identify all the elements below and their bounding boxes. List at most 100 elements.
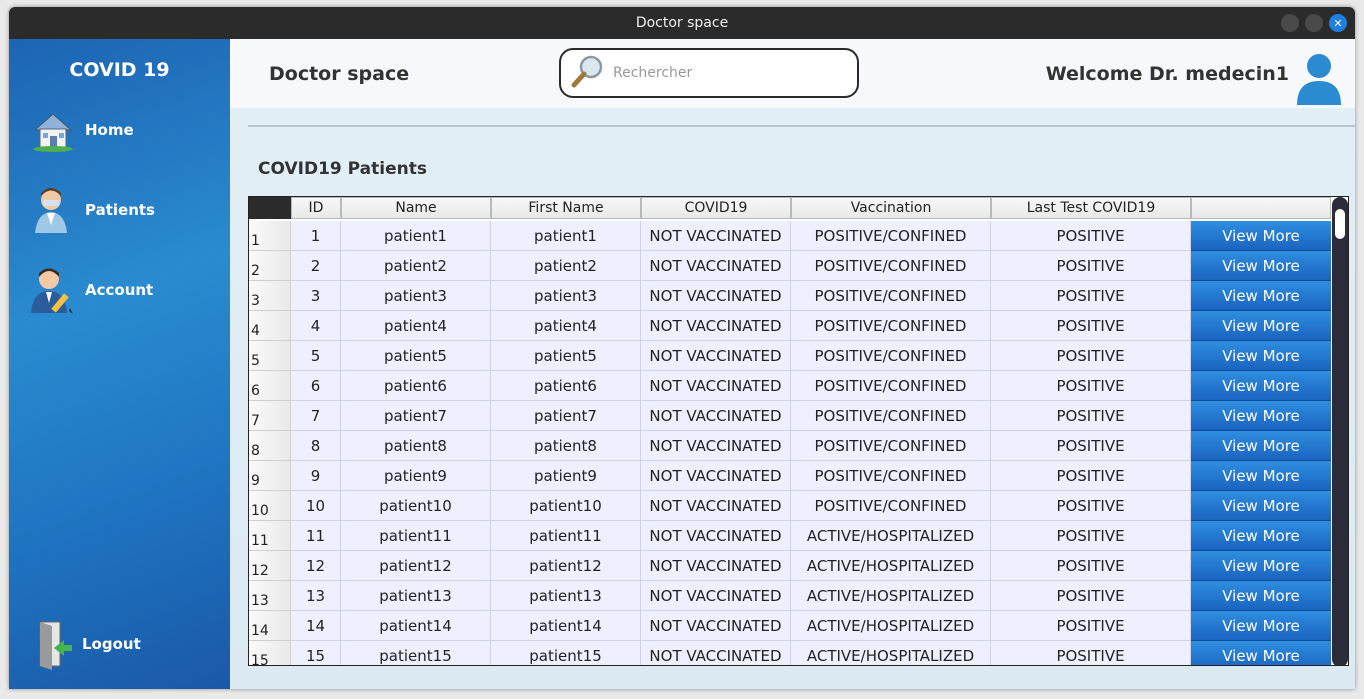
cell-covid19: NOT VACCINATED xyxy=(641,371,791,401)
search-box[interactable] xyxy=(559,48,859,98)
view-more-button[interactable]: View More xyxy=(1191,551,1331,581)
cell-vaccination: POSITIVE/CONFINED xyxy=(791,281,991,311)
sidebar-item-patients[interactable]: Patients xyxy=(29,185,155,235)
row-header[interactable]: 15 xyxy=(249,641,291,665)
cell-id: 12 xyxy=(291,551,341,581)
cell-last-test: POSITIVE xyxy=(991,431,1191,461)
cell-name: patient6 xyxy=(341,371,491,401)
cell-first-name: patient4 xyxy=(491,311,641,341)
row-header[interactable]: 4 xyxy=(249,311,291,341)
cell-last-test: POSITIVE xyxy=(991,581,1191,611)
maximize-button[interactable] xyxy=(1305,14,1323,32)
cell-covid19: NOT VACCINATED xyxy=(641,341,791,371)
cell-last-test: POSITIVE xyxy=(991,251,1191,281)
cell-covid19: NOT VACCINATED xyxy=(641,461,791,491)
view-more-button[interactable]: View More xyxy=(1191,311,1331,341)
cell-first-name: patient8 xyxy=(491,431,641,461)
row-header[interactable]: 5 xyxy=(249,341,291,371)
cell-vaccination: ACTIVE/HOSPITALIZED xyxy=(791,611,991,641)
row-header[interactable]: 1 xyxy=(249,221,291,251)
row-header[interactable]: 7 xyxy=(249,401,291,431)
cell-last-test: POSITIVE xyxy=(991,611,1191,641)
cell-first-name: patient3 xyxy=(491,281,641,311)
col-header-covid19[interactable]: COVID19 xyxy=(641,197,791,219)
scrollbar-thumb[interactable] xyxy=(1335,209,1345,239)
window-title: Doctor space xyxy=(635,15,729,31)
view-more-button[interactable]: View More xyxy=(1191,221,1331,251)
section-title: COVID19 Patients xyxy=(258,159,427,179)
cell-first-name: patient9 xyxy=(491,461,641,491)
cell-vaccination: POSITIVE/CONFINED xyxy=(791,491,991,521)
minimize-button[interactable] xyxy=(1281,14,1299,32)
cell-vaccination: POSITIVE/CONFINED xyxy=(791,341,991,371)
search-icon xyxy=(571,54,605,92)
row-header[interactable]: 6 xyxy=(249,371,291,401)
col-header-action[interactable] xyxy=(1191,197,1331,219)
cell-last-test: POSITIVE xyxy=(991,521,1191,551)
close-button[interactable]: ✕ xyxy=(1329,14,1347,32)
row-header[interactable]: 3 xyxy=(249,281,291,311)
view-more-button[interactable]: View More xyxy=(1191,581,1331,611)
cell-name: patient8 xyxy=(341,431,491,461)
welcome-text: Welcome Dr. medecin1 xyxy=(1045,63,1289,85)
divider xyxy=(248,125,1355,127)
cell-last-test: POSITIVE xyxy=(991,551,1191,581)
view-more-button[interactable]: View More xyxy=(1191,371,1331,401)
main-content: Doctor space Welcome Dr. medecin1 CO xyxy=(230,39,1355,689)
view-more-button[interactable]: View More xyxy=(1191,431,1331,461)
cell-covid19: NOT VACCINATED xyxy=(641,581,791,611)
view-more-button[interactable]: View More xyxy=(1191,251,1331,281)
cell-last-test: POSITIVE xyxy=(991,221,1191,251)
col-header-id[interactable]: ID xyxy=(291,197,341,219)
view-more-button[interactable]: View More xyxy=(1191,521,1331,551)
view-more-button[interactable]: View More xyxy=(1191,611,1331,641)
cell-first-name: patient7 xyxy=(491,401,641,431)
cell-vaccination: ACTIVE/HOSPITALIZED xyxy=(791,641,991,665)
col-header-last-test[interactable]: Last Test COVID19 xyxy=(991,197,1191,219)
title-bar: Doctor space ✕ xyxy=(9,7,1355,39)
view-more-button[interactable]: View More xyxy=(1191,281,1331,311)
cell-covid19: NOT VACCINATED xyxy=(641,611,791,641)
vertical-scrollbar[interactable] xyxy=(1332,197,1348,665)
cell-vaccination: POSITIVE/CONFINED xyxy=(791,251,991,281)
cell-id: 6 xyxy=(291,371,341,401)
brand-title: COVID 19 xyxy=(69,59,170,81)
sidebar: COVID 19 Home Patients Account Logout xyxy=(9,39,230,689)
row-header[interactable]: 11 xyxy=(249,521,291,551)
cell-vaccination: ACTIVE/HOSPITALIZED xyxy=(791,521,991,551)
row-header[interactable]: 13 xyxy=(249,581,291,611)
cell-last-test: POSITIVE xyxy=(991,491,1191,521)
home-icon xyxy=(29,105,77,155)
col-header-name[interactable]: Name xyxy=(341,197,491,219)
cell-last-test: POSITIVE xyxy=(991,641,1191,665)
view-more-button[interactable]: View More xyxy=(1191,341,1331,371)
row-header[interactable]: 10 xyxy=(249,491,291,521)
row-header[interactable]: 8 xyxy=(249,431,291,461)
row-header[interactable]: 9 xyxy=(249,461,291,491)
user-avatar-icon[interactable] xyxy=(1295,51,1343,105)
cell-last-test: POSITIVE xyxy=(991,281,1191,311)
row-header[interactable]: 14 xyxy=(249,611,291,641)
app-window: Doctor space ✕ COVID 19 Home Patients Ac… xyxy=(9,7,1355,689)
cell-covid19: NOT VACCINATED xyxy=(641,551,791,581)
logout-button[interactable]: Logout xyxy=(34,619,141,670)
sidebar-item-account[interactable]: Account xyxy=(29,265,153,315)
table-corner xyxy=(249,197,291,219)
col-header-first-name[interactable]: First Name xyxy=(491,197,641,219)
search-input[interactable] xyxy=(613,65,843,81)
cell-id: 7 xyxy=(291,401,341,431)
patient-icon xyxy=(29,185,77,235)
view-more-button[interactable]: View More xyxy=(1191,491,1331,521)
sidebar-item-home[interactable]: Home xyxy=(29,105,134,155)
view-more-button[interactable]: View More xyxy=(1191,401,1331,431)
cell-covid19: NOT VACCINATED xyxy=(641,491,791,521)
cell-name: patient14 xyxy=(341,611,491,641)
col-header-vaccination[interactable]: Vaccination xyxy=(791,197,991,219)
row-header[interactable]: 12 xyxy=(249,551,291,581)
view-more-button[interactable]: View More xyxy=(1191,461,1331,491)
cell-vaccination: POSITIVE/CONFINED xyxy=(791,461,991,491)
cell-id: 14 xyxy=(291,611,341,641)
row-header[interactable]: 2 xyxy=(249,251,291,281)
view-more-button[interactable]: View More xyxy=(1191,641,1331,665)
table-body: ID Name First Name COVID19 Vaccination Last T… xyxy=(249,197,1332,665)
